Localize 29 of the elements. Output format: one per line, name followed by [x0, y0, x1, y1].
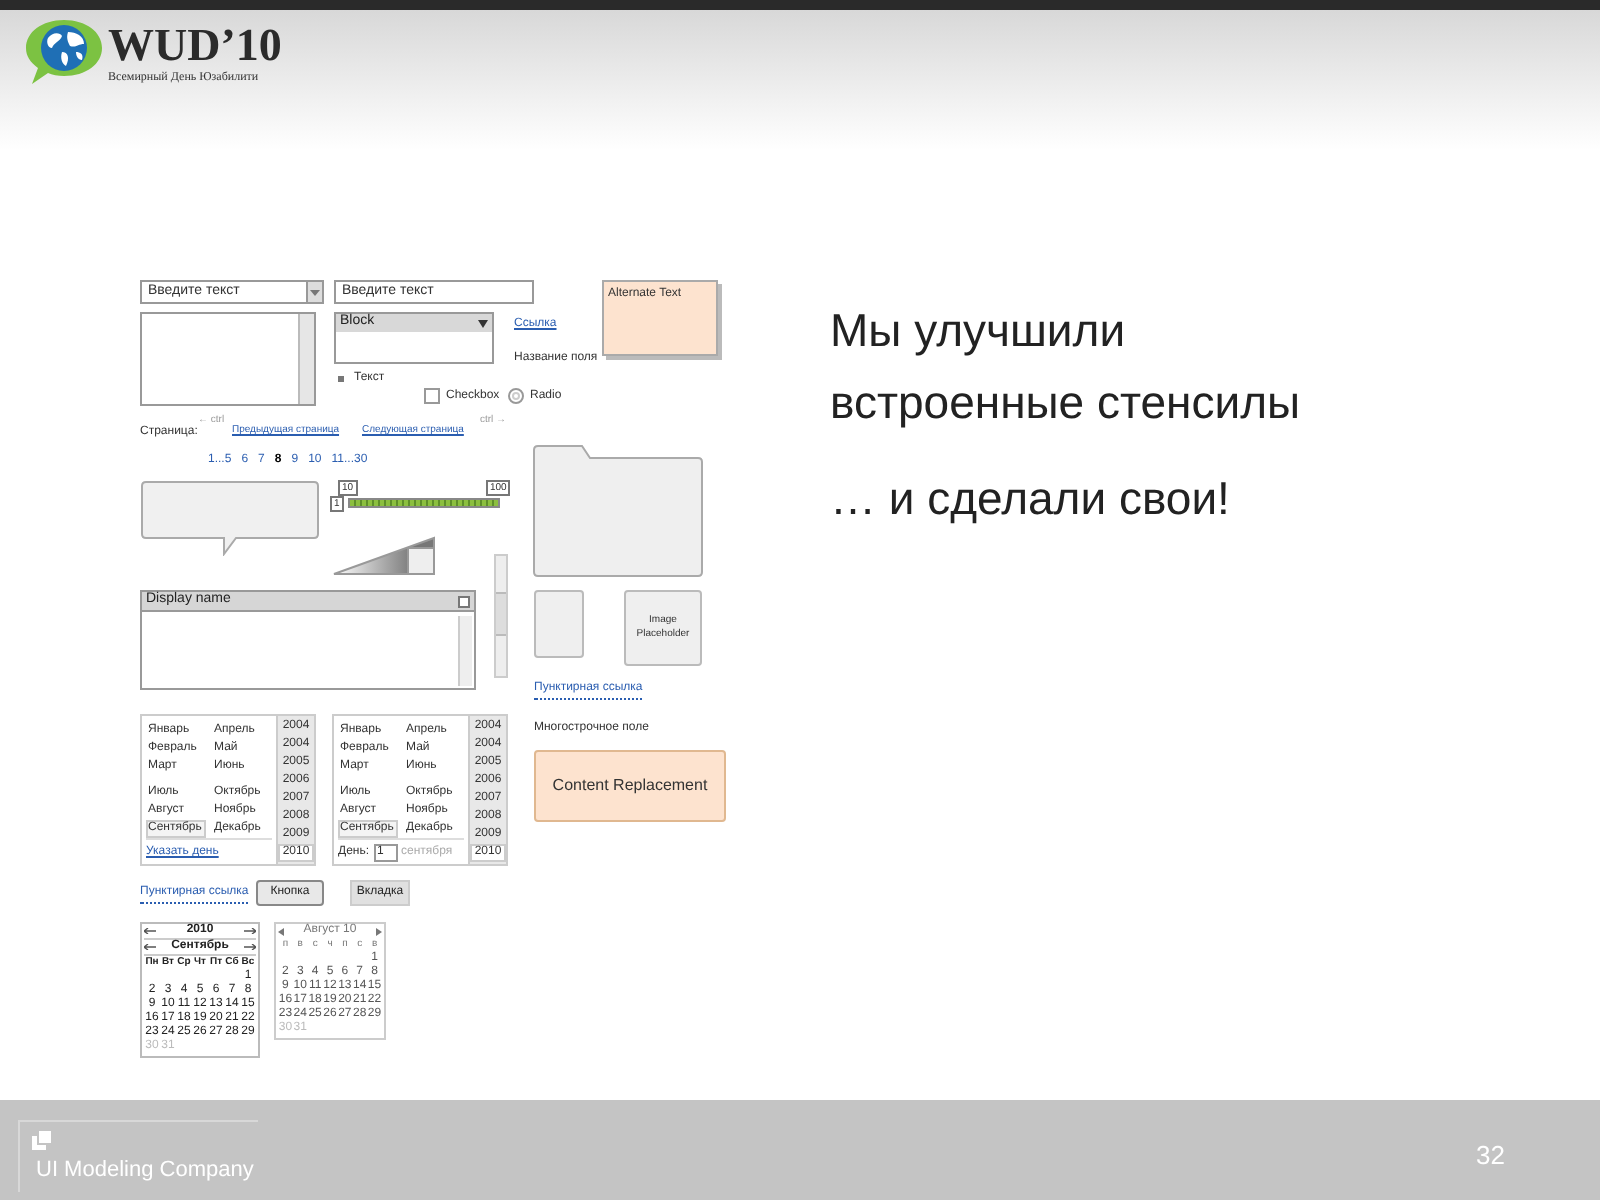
tagline: … и сделали свои!: [830, 470, 1232, 528]
dropdown-button[interactable]: [306, 282, 322, 302]
radio-button[interactable]: [508, 388, 524, 404]
stacked-squares-icon: [32, 1130, 52, 1150]
checkbox[interactable]: [424, 388, 440, 404]
heading-line: встроенные стенсилы: [830, 374, 1301, 432]
bullet-icon: [338, 376, 344, 382]
list-box[interactable]: [140, 312, 316, 406]
scrollbar[interactable]: [458, 616, 472, 686]
left-arrow-icon: [144, 928, 156, 934]
left-triangle-icon: [278, 927, 284, 935]
page-number: 32: [1476, 1138, 1505, 1174]
caret-icon: [310, 289, 320, 295]
globe-speech-bubble-icon: [24, 18, 104, 86]
company-name: UI Modeling Company: [36, 1156, 254, 1186]
right-triangle-icon: [376, 927, 382, 935]
right-arrow-icon: [243, 928, 256, 934]
scrollbar[interactable]: [298, 314, 314, 404]
logo-title: WUD’10: [108, 22, 282, 70]
heading-line: Мы улучшили: [830, 302, 1128, 360]
scrollbar-thumb[interactable]: [496, 592, 506, 636]
left-arrow-icon: [144, 944, 156, 950]
panel: [534, 590, 584, 658]
close-icon[interactable]: [458, 595, 470, 607]
content-replacement-box: Content Replacement: [534, 750, 726, 822]
scrollbar[interactable]: [494, 554, 508, 678]
right-arrow-icon: [243, 944, 256, 950]
volume-wedge-drawing: [332, 536, 436, 576]
caret-icon: [478, 319, 488, 327]
